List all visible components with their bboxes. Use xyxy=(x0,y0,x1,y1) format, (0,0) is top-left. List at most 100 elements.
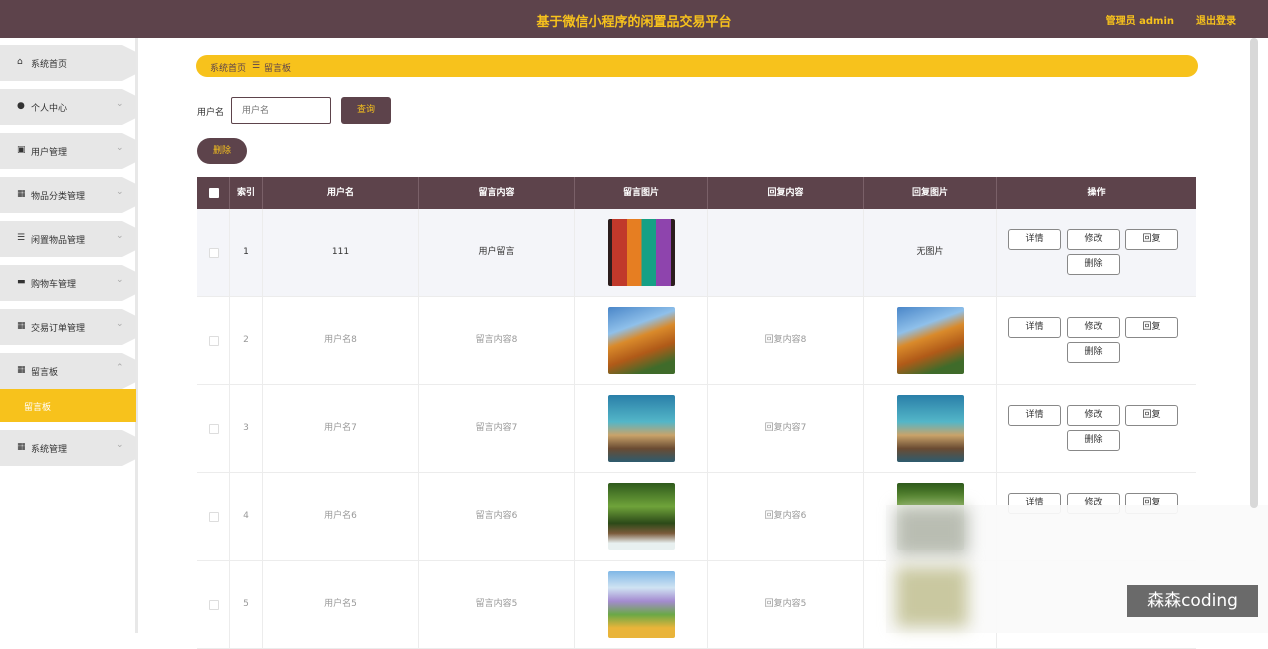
sidebar-item-cart[interactable]: ▬ 购物车管理 ⌄ xyxy=(0,265,136,301)
message-image[interactable] xyxy=(608,307,675,374)
row-reply-image-cell xyxy=(864,385,997,472)
message-image[interactable] xyxy=(608,395,675,462)
message-image[interactable] xyxy=(608,483,675,550)
detail-button[interactable]: 详情 xyxy=(1008,229,1061,250)
sidebar-item-idle-items[interactable]: ☰ 闲置物品管理 ⌄ xyxy=(0,221,136,257)
reply-image[interactable] xyxy=(897,395,964,462)
row-actions: 详情 修改 回复 删除 xyxy=(997,209,1196,296)
row-actions: 详情 修改 回复 删除 xyxy=(997,297,1196,384)
row-username: 用户名6 xyxy=(263,473,419,560)
page-scrollbar[interactable] xyxy=(1250,38,1258,508)
logout-link[interactable]: 退出登录 xyxy=(1196,12,1236,27)
reply-button[interactable]: 回复 xyxy=(1125,405,1178,426)
sidebar-item-label: 用户管理 xyxy=(31,148,68,158)
row-reply-image: 无图片 xyxy=(864,209,997,296)
edit-button[interactable]: 修改 xyxy=(1067,405,1120,426)
sidebar: ⌂ 系统首页 ● 个人中心 ⌄ ▣ 用户管理 ⌄ ▦ 物品分类管理 ⌄ ☰ 闲置… xyxy=(0,38,138,633)
row-image-cell xyxy=(575,561,708,648)
row-checkbox[interactable] xyxy=(209,600,219,610)
header-image: 留言图片 xyxy=(575,177,708,209)
chevron-up-icon: ⌃ xyxy=(116,363,124,373)
row-select-cell xyxy=(197,297,230,384)
watermark: 森森coding xyxy=(1127,585,1258,617)
sidebar-item-system[interactable]: ▦ 系统管理 ⌄ xyxy=(0,430,136,466)
breadcrumb-separator: ☰ xyxy=(252,61,261,71)
sidebar-item-messages[interactable]: ▦ 留言板 ⌃ xyxy=(0,353,136,389)
row-select-cell xyxy=(197,385,230,472)
chevron-down-icon: ⌄ xyxy=(116,187,124,197)
row-select-cell xyxy=(197,561,230,648)
sidebar-item-categories[interactable]: ▦ 物品分类管理 ⌄ xyxy=(0,177,136,213)
chevron-down-icon: ⌄ xyxy=(116,275,124,285)
row-checkbox[interactable] xyxy=(209,424,219,434)
row-checkbox[interactable] xyxy=(209,248,219,258)
reply-button[interactable]: 回复 xyxy=(1125,229,1178,250)
user-icon: ● xyxy=(17,101,25,111)
reply-image[interactable] xyxy=(897,307,964,374)
sidebar-item-label: 购物车管理 xyxy=(31,280,77,290)
header-reply-image: 回复图片 xyxy=(864,177,997,209)
row-reply: 回复内容7 xyxy=(708,385,864,472)
row-actions: 详情 修改 回复 删除 xyxy=(997,385,1196,472)
header-content: 留言内容 xyxy=(419,177,575,209)
row-image-cell xyxy=(575,209,708,296)
cart-icon: ▬ xyxy=(17,277,26,287)
row-reply: 回复内容6 xyxy=(708,473,864,560)
chevron-down-icon: ⌄ xyxy=(116,99,124,109)
row-content: 留言内容5 xyxy=(419,561,575,648)
sidebar-item-label: 交易订单管理 xyxy=(31,324,86,334)
sidebar-item-label: 系统管理 xyxy=(31,445,68,455)
query-button[interactable]: 查询 xyxy=(341,97,391,124)
home-icon: ⌂ xyxy=(17,57,23,67)
table-row: 1 111 用户留言 无图片 详情 修改 回复 删除 xyxy=(197,209,1196,297)
row-content: 留言内容8 xyxy=(419,297,575,384)
detail-button[interactable]: 详情 xyxy=(1008,405,1061,426)
bulk-delete-button[interactable]: 删除 xyxy=(197,138,247,164)
message-image[interactable] xyxy=(608,571,675,638)
username-search-input[interactable] xyxy=(231,97,331,124)
row-content: 留言内容6 xyxy=(419,473,575,560)
delete-button[interactable]: 删除 xyxy=(1067,254,1120,275)
row-select-cell xyxy=(197,473,230,560)
row-index: 5 xyxy=(230,561,263,648)
row-reply xyxy=(708,209,864,296)
sidebar-item-users[interactable]: ▣ 用户管理 ⌄ xyxy=(0,133,136,169)
row-image-cell xyxy=(575,297,708,384)
message-image[interactable] xyxy=(608,219,675,286)
clipboard-icon: ▣ xyxy=(17,145,26,155)
sidebar-item-label: 物品分类管理 xyxy=(31,192,86,202)
row-reply: 回复内容8 xyxy=(708,297,864,384)
row-content: 留言内容7 xyxy=(419,385,575,472)
table-row: 2 用户名8 留言内容8 回复内容8 详情 修改 回复 删除 xyxy=(197,297,1196,385)
breadcrumb: 系统首页 ☰ 留言板 xyxy=(196,55,1198,77)
sidebar-item-home[interactable]: ⌂ 系统首页 xyxy=(0,45,136,81)
sidebar-item-profile[interactable]: ● 个人中心 ⌄ xyxy=(0,89,136,125)
select-all-checkbox[interactable] xyxy=(209,188,219,198)
grid-icon: ▦ xyxy=(17,442,26,452)
header-reply: 回复内容 xyxy=(708,177,864,209)
sidebar-subitem-messages[interactable]: 留言板 xyxy=(0,389,136,422)
header-select-all[interactable] xyxy=(197,177,230,209)
row-username: 用户名5 xyxy=(263,561,419,648)
grid-icon: ▦ xyxy=(17,321,26,331)
edit-button[interactable]: 修改 xyxy=(1067,317,1120,338)
row-reply: 回复内容5 xyxy=(708,561,864,648)
reply-button[interactable]: 回复 xyxy=(1125,317,1178,338)
row-checkbox[interactable] xyxy=(209,336,219,346)
breadcrumb-home[interactable]: 系统首页 xyxy=(210,61,246,74)
breadcrumb-current: 留言板 xyxy=(264,64,292,74)
row-index: 3 xyxy=(230,385,263,472)
list-icon: ☰ xyxy=(17,233,26,243)
edit-button[interactable]: 修改 xyxy=(1067,229,1120,250)
sidebar-item-label: 闲置物品管理 xyxy=(31,236,86,246)
delete-button[interactable]: 删除 xyxy=(1067,430,1120,451)
table-row: 3 用户名7 留言内容7 回复内容7 详情 修改 回复 删除 xyxy=(197,385,1196,473)
row-username: 用户名8 xyxy=(263,297,419,384)
row-checkbox[interactable] xyxy=(209,512,219,522)
sidebar-item-orders[interactable]: ▦ 交易订单管理 ⌄ xyxy=(0,309,136,345)
row-select-cell xyxy=(197,209,230,296)
blurred-thumbnail xyxy=(896,567,968,627)
header-username: 用户名 xyxy=(263,177,419,209)
delete-button[interactable]: 删除 xyxy=(1067,342,1120,363)
detail-button[interactable]: 详情 xyxy=(1008,317,1061,338)
